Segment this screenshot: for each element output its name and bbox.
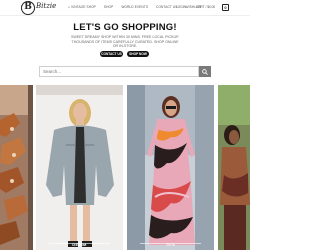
nav-item-contact[interactable]: Contact Us bbox=[156, 5, 177, 9]
nav-item-world-events[interactable]: World Events bbox=[121, 5, 148, 9]
cart-link[interactable]: Cart / $0.00 bbox=[196, 5, 215, 9]
hero-subtitle: Sweet Dreamy Shop within 30 Mins. Free L… bbox=[70, 35, 180, 49]
nav-item-shop[interactable]: Shop bbox=[104, 5, 113, 9]
hero-title: LET'S GO SHOPPING! bbox=[73, 22, 177, 33]
site-header: B Bitzie ⌂ Vintage Shop Shop World Event… bbox=[0, 0, 250, 16]
boots-photo bbox=[0, 85, 33, 250]
category-label: Denim bbox=[72, 242, 87, 247]
category-label: 70's bbox=[165, 242, 176, 247]
70s-model-photo bbox=[127, 85, 214, 250]
category-tile-partial[interactable] bbox=[218, 85, 250, 250]
nav-item-vintage-shop[interactable]: ⌂ Vintage Shop bbox=[68, 5, 96, 9]
search-icon bbox=[202, 68, 208, 75]
search-input[interactable] bbox=[39, 66, 199, 77]
model-photo-partial bbox=[218, 85, 250, 250]
shop-now-button[interactable]: Shop Now bbox=[127, 51, 149, 57]
site-logo[interactable]: B bbox=[21, 1, 35, 15]
logo-wordmark[interactable]: Bitzie bbox=[36, 2, 56, 10]
denim-model-photo bbox=[36, 85, 123, 250]
login-link[interactable]: Login bbox=[176, 5, 186, 9]
category-tile-boots[interactable] bbox=[0, 85, 33, 250]
contact-us-button[interactable]: Contact Us bbox=[100, 51, 123, 57]
category-tile-70s[interactable]: 70's bbox=[127, 85, 214, 250]
category-tile-denim[interactable]: Denim bbox=[36, 85, 123, 250]
nav-label: Vintage Shop bbox=[71, 5, 96, 9]
cart-count-badge[interactable]: 0 bbox=[222, 4, 229, 11]
search-button[interactable] bbox=[199, 66, 211, 77]
home-icon: ⌂ bbox=[68, 5, 71, 9]
